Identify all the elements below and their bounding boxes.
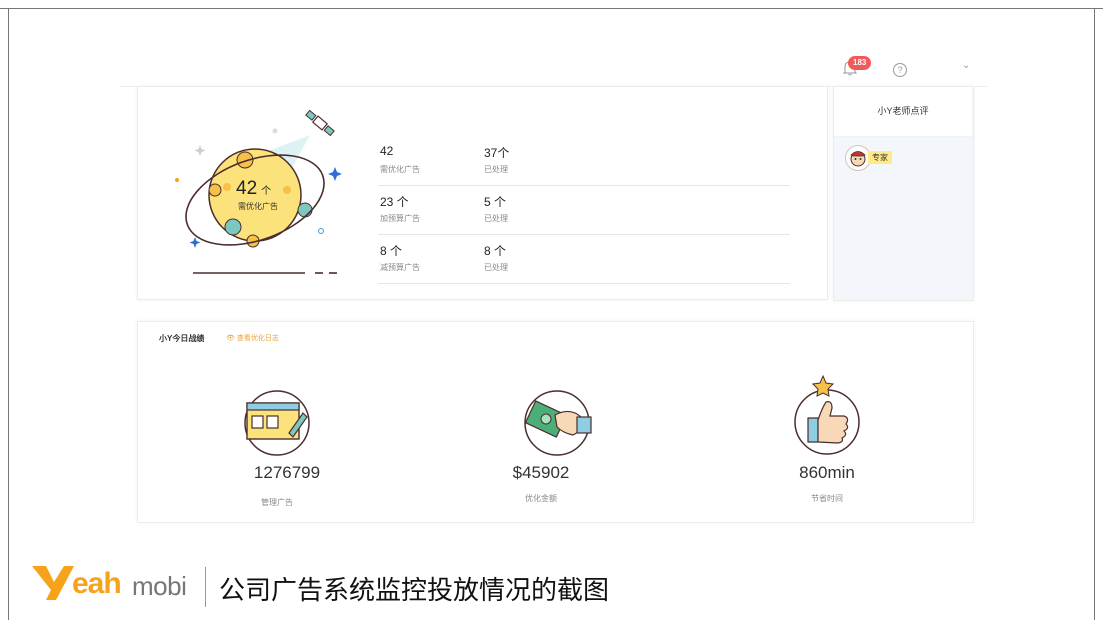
frame-top-border [0,8,1103,9]
money-hand-icon [524,390,592,456]
stat-label: 需优化广告 [380,165,420,174]
footer-caption: 公司广告系统监控投放情况的截图 [219,576,610,606]
planet-count: 42 [236,178,258,199]
stat-value: 42 [380,144,394,158]
stat-row: 42 需优化广告 37个 已处理 [378,137,790,186]
frame-left-border [8,8,9,620]
thumbs-up-icon [794,374,860,455]
optimized-amount-value: $45902 [512,463,570,482]
stat-value: 23 个 [380,195,409,209]
notification-badge: 183 [848,56,872,70]
managed-ads-label: 管理广告 [261,498,293,507]
stat-row: 23 个 加预算广告 5 个 已处理 [378,186,790,235]
planet-unit: 个 [261,186,272,197]
planet-value: 42 个 [236,178,271,200]
optimized-amount-label: 优化金额 [525,494,557,503]
eye-icon: 👁 [226,335,235,342]
yeahmobi-logo-mark [32,566,74,600]
divider [834,136,972,137]
stat-value: 8 个 [380,244,403,258]
ad-board-icon [244,390,310,456]
processed-value: 5 个 [484,195,507,209]
processed-label: 已处理 [484,263,508,272]
stat-row: 8 个 减预算广告 8 个 已处理 [378,235,790,284]
review-panel-title: 小Y老师点评 [877,106,929,116]
chevron-down-icon[interactable]: ⌄ [962,60,970,71]
frame-right-border [1094,8,1095,620]
processed-label: 已处理 [484,214,508,223]
planet-label: 需优化广告 [238,202,278,211]
logo-suffix: mobi [132,571,187,601]
processed-value: 8 个 [484,244,507,258]
processed-value: 37个 [484,146,510,160]
stat-label: 减预算广告 [380,263,420,272]
footer-divider [205,567,206,607]
time-saved-label: 节省时间 [811,494,843,503]
view-log-label: 查看优化日志 [236,335,279,342]
time-saved-value: 860min [799,463,855,482]
managed-ads-value: 1276799 [253,463,321,482]
daily-results-title: 小Y今日战绩 [159,334,205,343]
help-icon[interactable]: ? [893,63,907,77]
logo-text: eah [72,567,122,600]
stat-label: 加预算广告 [380,214,420,223]
view-optimization-log-link[interactable]: 👁 查看优化日志 [226,333,279,343]
expert-tag: 专家 [868,151,892,164]
processed-label: 已处理 [484,165,508,174]
